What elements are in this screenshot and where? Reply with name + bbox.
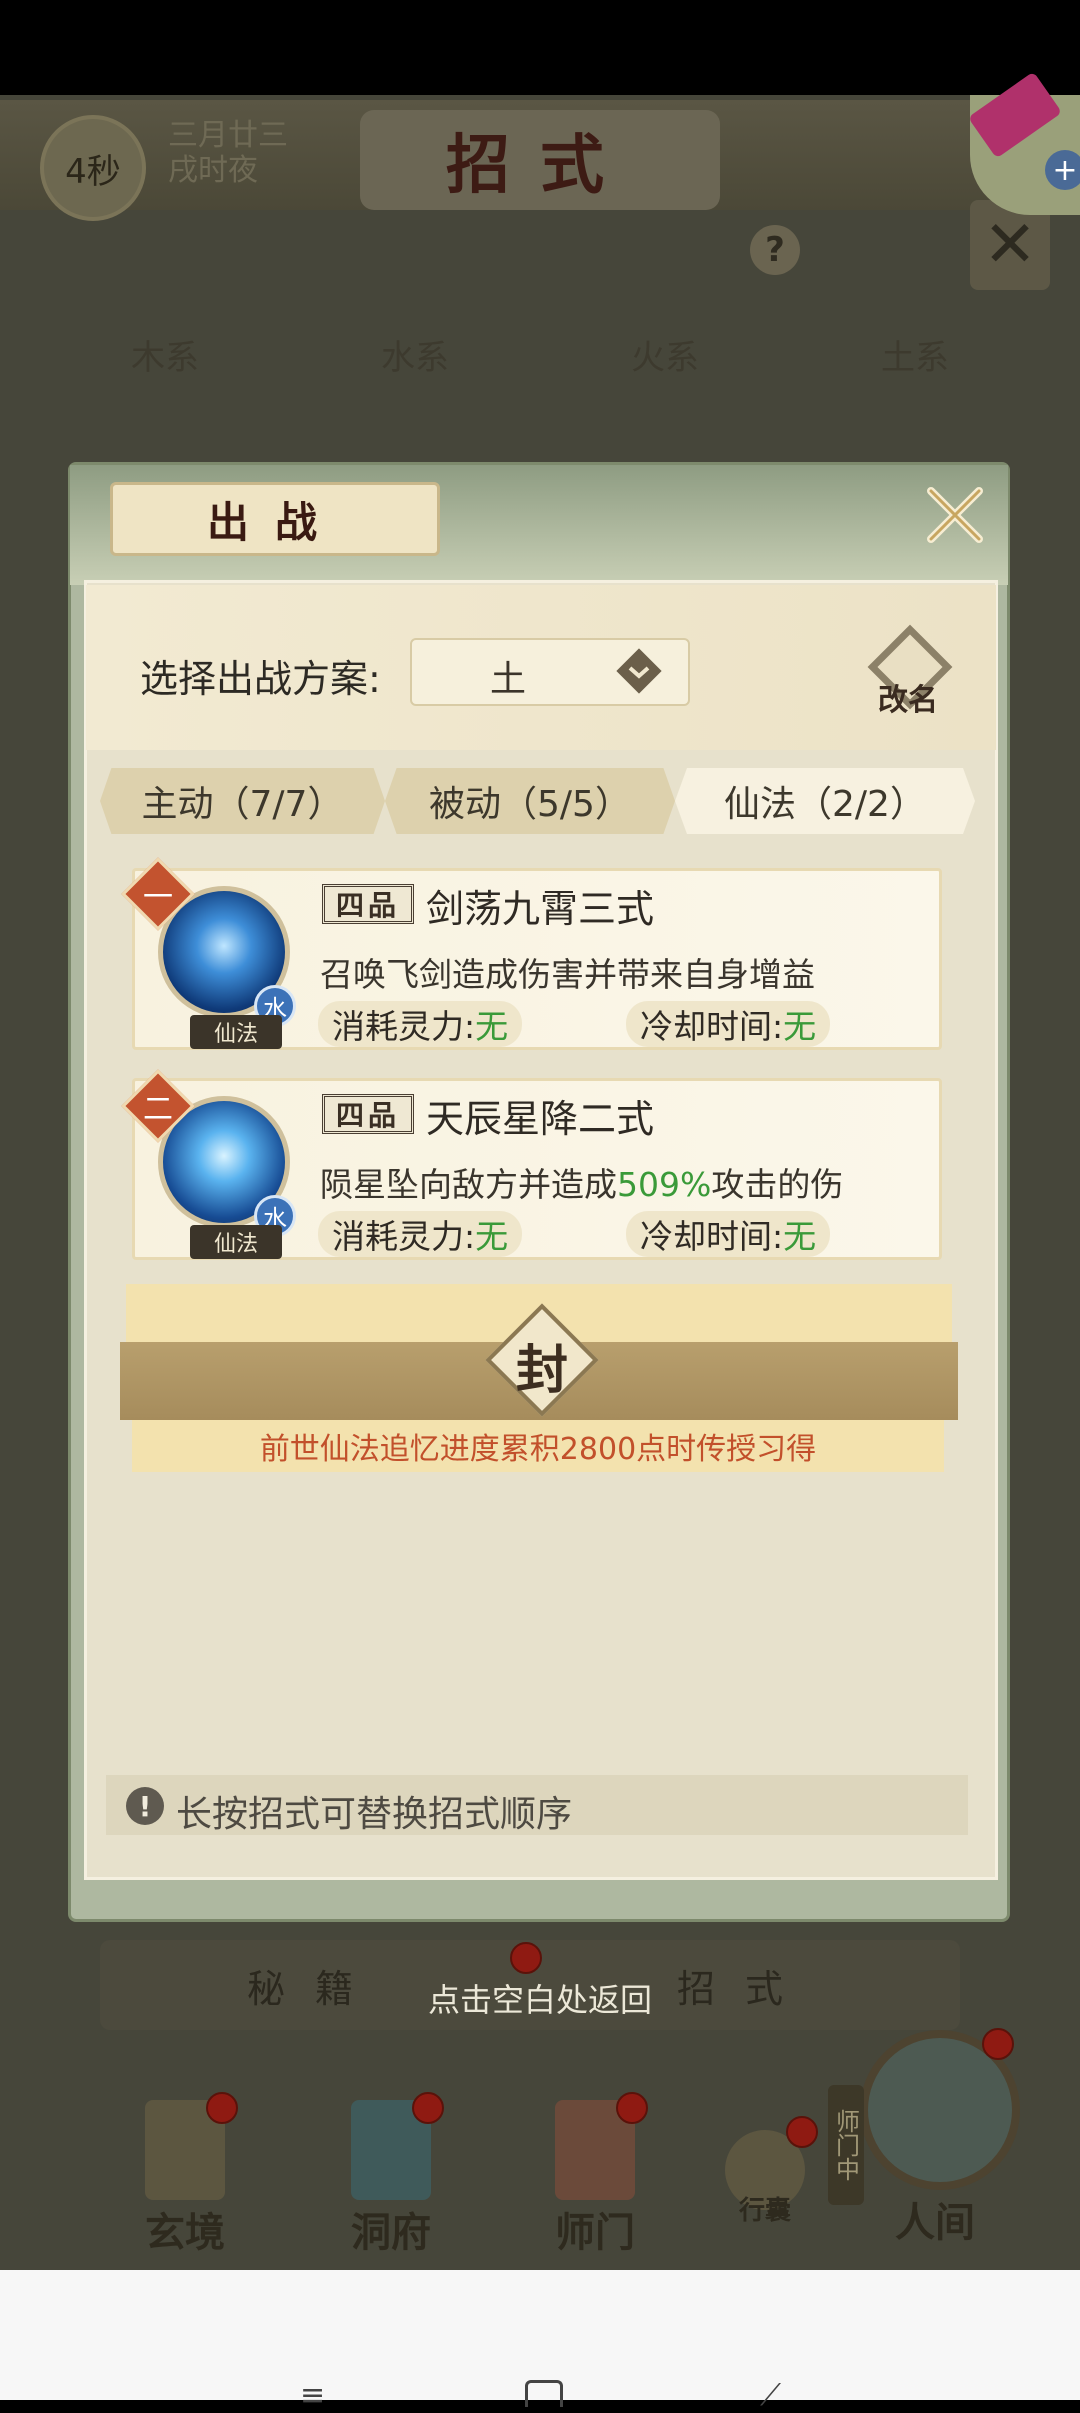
rank-number: 二: [143, 1092, 173, 1127]
nav-label: 洞府: [351, 2209, 431, 2256]
cost-label: 消耗灵力:: [332, 1217, 476, 1256]
description-highlight: 509%: [617, 1165, 712, 1204]
tab-fire[interactable]: 火系: [631, 330, 699, 390]
help-button[interactable]: ?: [750, 225, 800, 275]
skill-grade: 四品: [322, 884, 414, 924]
notification-dot: [616, 2092, 648, 2124]
info-icon: !: [126, 1787, 164, 1825]
cooldown-label: 冷却时间:: [640, 1007, 784, 1046]
tab-active-skills[interactable]: 主动（7/7）: [100, 768, 385, 834]
mana-cost: 消耗灵力: 无: [318, 1211, 523, 1257]
skill-name: 剑荡九霄三式: [426, 887, 655, 931]
nav-label: 玄境: [145, 2209, 225, 2256]
rank-number: 一: [143, 880, 173, 915]
tab-passive-skills[interactable]: 被动（5/5）: [385, 768, 675, 834]
element-tabs: 木系 水系 火系 土系: [40, 330, 1040, 390]
plus-icon[interactable]: +: [1045, 150, 1080, 190]
nav-label: 师门: [555, 2209, 635, 2256]
cost-label: 消耗灵力:: [332, 1007, 476, 1046]
nav-label: 人间: [895, 2199, 975, 2246]
nav-xingnang[interactable]: 行囊: [690, 2090, 840, 2270]
chevron-down-icon: [612, 644, 666, 698]
scheme-label: 选择出战方案:: [140, 657, 381, 701]
cooldown-label: 冷却时间:: [640, 1217, 784, 1256]
screen-title: 招式: [360, 110, 720, 210]
back-hint[interactable]: 点击空白处返回: [0, 1975, 1080, 2021]
cost-value: 无: [475, 1217, 509, 1256]
skill-grade: 四品: [322, 1094, 414, 1134]
skill-category-tabs: 主动（7/7） 被动（5/5） 仙法（2/2）: [100, 768, 975, 834]
scheme-value: 土: [490, 659, 527, 700]
notification-dot: [510, 1942, 542, 1974]
notification-dot: [206, 2092, 238, 2124]
skill-type-tag: 仙法: [190, 1225, 282, 1259]
status-bar: [0, 0, 1080, 95]
unlock-hint: 前世仙法追忆进度累积2800点时传授习得: [259, 1432, 817, 1467]
seal-character: 封: [515, 1340, 568, 1401]
skill-type-tag: 仙法: [190, 1015, 282, 1049]
back-icon[interactable]: ⟋: [760, 2378, 781, 2413]
tab-immortal-arts[interactable]: 仙法（2/2）: [675, 768, 975, 834]
nav-dongfu[interactable]: 洞府: [316, 2090, 466, 2270]
description-text: 召唤飞剑造成伤害并带来自身增益: [320, 955, 815, 994]
cost-value: 无: [475, 1007, 509, 1046]
home-icon[interactable]: [525, 2380, 563, 2407]
game-time: 戌时夜: [168, 153, 258, 188]
tip-text: 长按招式可替换招式顺序: [176, 1794, 573, 1835]
cooldown: 冷却时间: 无: [626, 1001, 831, 1047]
notification-dot: [412, 2092, 444, 2124]
close-icon: [927, 487, 983, 543]
cooldown-value: 无: [783, 1007, 817, 1046]
notification-dot: [982, 2028, 1014, 2060]
tab-earth[interactable]: 土系: [881, 330, 949, 390]
description-text-tail: 攻击的伤: [711, 1165, 844, 1204]
description-text: 陨星坠向敌方并造成: [320, 1165, 617, 1204]
mana-cost: 消耗灵力: 无: [318, 1001, 523, 1047]
cooldown: 冷却时间: 无: [626, 1211, 831, 1257]
nav-xuanjing[interactable]: 玄境: [110, 2090, 260, 2270]
tab-wood[interactable]: 木系: [131, 330, 199, 390]
close-button[interactable]: [920, 480, 990, 550]
notification-dot: [786, 2116, 818, 2148]
tab-water[interactable]: 水系: [381, 330, 449, 390]
shimen-status-tag: 师门中: [828, 2085, 864, 2205]
nav-shimen[interactable]: 师门: [520, 2090, 670, 2270]
skill-description: 陨星坠向敌方并造成509%攻击的伤: [320, 1158, 930, 1206]
menu-icon[interactable]: ≡: [300, 2378, 325, 2413]
nav-label: 行囊: [738, 2196, 791, 2226]
cooldown-value: 无: [783, 1217, 817, 1256]
timer-badge: 4秒: [40, 115, 146, 221]
skill-name: 天辰星降二式: [426, 1097, 655, 1141]
dialog-title: 出战: [110, 482, 440, 556]
skill-description: 召唤飞剑造成伤害并带来自身增益: [320, 948, 930, 996]
rename-label: 改名: [878, 683, 938, 718]
